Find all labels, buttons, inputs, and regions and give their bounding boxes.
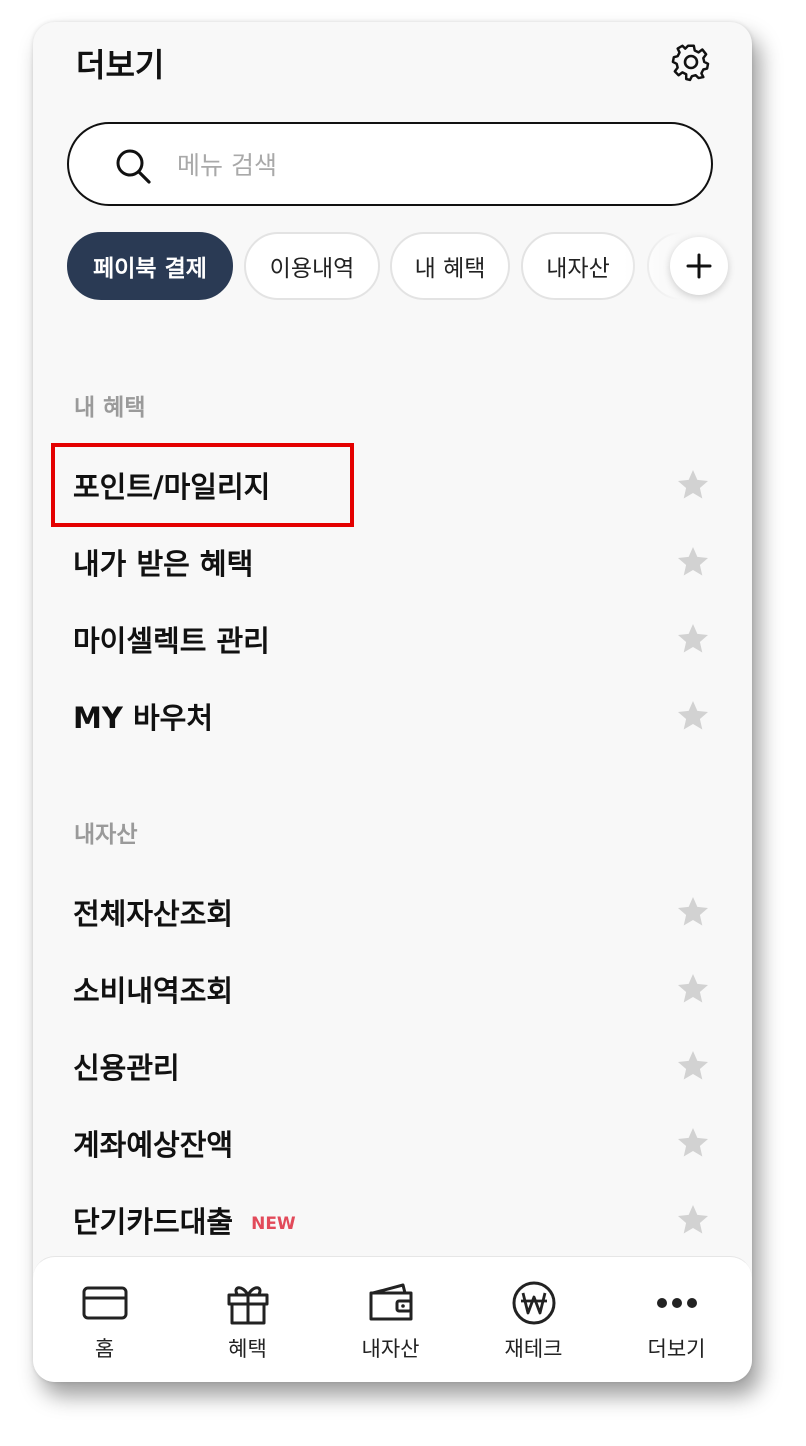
star-icon[interactable] [675, 894, 711, 930]
tab-label: 홈 [94, 1337, 115, 1361]
more-dots-icon [657, 1298, 697, 1308]
gear-icon[interactable] [671, 42, 711, 82]
star-icon[interactable] [675, 698, 711, 734]
star-icon[interactable] [675, 971, 711, 1007]
section-title-benefits: 내 혜택 [74, 395, 146, 421]
menu-item-label: 내가 받은 혜택 [73, 547, 254, 581]
tab-home[interactable]: 홈 [33, 1257, 176, 1382]
menu-item-label: 신용관리 [73, 1051, 180, 1085]
menu-item-my-voucher[interactable]: MY 바우처 [73, 685, 713, 747]
search-icon [116, 149, 151, 184]
menu-item-label: 계좌예상잔액 [73, 1128, 234, 1162]
add-chip-button[interactable] [670, 237, 728, 295]
chip-my-assets[interactable]: 내자산 [521, 232, 635, 300]
menu-item-credit-manage[interactable]: 신용관리 [73, 1035, 713, 1097]
tab-benefits[interactable]: 혜택 [176, 1257, 319, 1382]
menu-item-received-benefits[interactable]: 내가 받은 혜택 [73, 531, 713, 593]
tab-label: 더보기 [647, 1337, 706, 1361]
page-title: 더보기 [76, 46, 165, 84]
chip-usage-history[interactable]: 이용내역 [244, 232, 380, 300]
quick-menu-chips: 페이북 결제 이용내역 내 혜택 내자산 [67, 232, 727, 302]
menu-item-total-assets[interactable]: 전체자산조회 [73, 881, 713, 943]
menu-item-label: MY 바우처 [73, 701, 213, 735]
highlight-box [51, 443, 354, 527]
app-screen: 더보기 페이북 결제 이용내역 내 혜택 내자산 내 혜택 포인트/마일리지 내… [33, 22, 752, 1382]
won-coin-icon [512, 1281, 556, 1325]
tab-more[interactable]: 더보기 [605, 1257, 748, 1382]
plus-icon [686, 253, 712, 279]
menu-item-expected-balance[interactable]: 계좌예상잔액 [73, 1112, 713, 1174]
gift-icon [227, 1286, 269, 1325]
menu-item-label-wrap: 단기카드대출 NEW [73, 1199, 296, 1241]
tab-my-assets[interactable]: 내자산 [319, 1257, 462, 1382]
tab-label: 재테크 [504, 1337, 563, 1361]
chip-my-benefits[interactable]: 내 혜택 [390, 232, 510, 300]
section-title-assets: 내자산 [74, 822, 138, 848]
menu-item-myselect-manage[interactable]: 마이셀렉트 관리 [73, 608, 713, 670]
star-icon[interactable] [675, 544, 711, 580]
menu-item-label: 단기카드대출 [73, 1205, 234, 1239]
star-icon[interactable] [675, 1048, 711, 1084]
chip-paybook-payment[interactable]: 페이북 결제 [67, 232, 233, 300]
menu-item-short-term-loan[interactable]: 단기카드대출 NEW [73, 1189, 713, 1251]
tab-investment[interactable]: 재테크 [462, 1257, 605, 1382]
new-badge: NEW [251, 1214, 296, 1234]
menu-item-label: 전체자산조회 [73, 897, 234, 931]
tab-label: 내자산 [361, 1337, 420, 1361]
search-input[interactable] [175, 144, 659, 186]
search-bar[interactable] [67, 122, 713, 206]
tab-label: 혜택 [228, 1337, 267, 1361]
star-icon[interactable] [675, 621, 711, 657]
card-icon [82, 1286, 128, 1320]
menu-item-label: 소비내역조회 [73, 974, 234, 1008]
star-icon[interactable] [675, 1125, 711, 1161]
star-icon[interactable] [675, 467, 711, 503]
wallet-icon [369, 1283, 413, 1321]
star-icon[interactable] [675, 1202, 711, 1238]
menu-item-spending-history[interactable]: 소비내역조회 [73, 958, 713, 1020]
menu-item-label: 마이셀렉트 관리 [73, 624, 270, 658]
bottom-tab-bar: 홈 혜택 내자산 재테크 더보기 [33, 1256, 752, 1382]
